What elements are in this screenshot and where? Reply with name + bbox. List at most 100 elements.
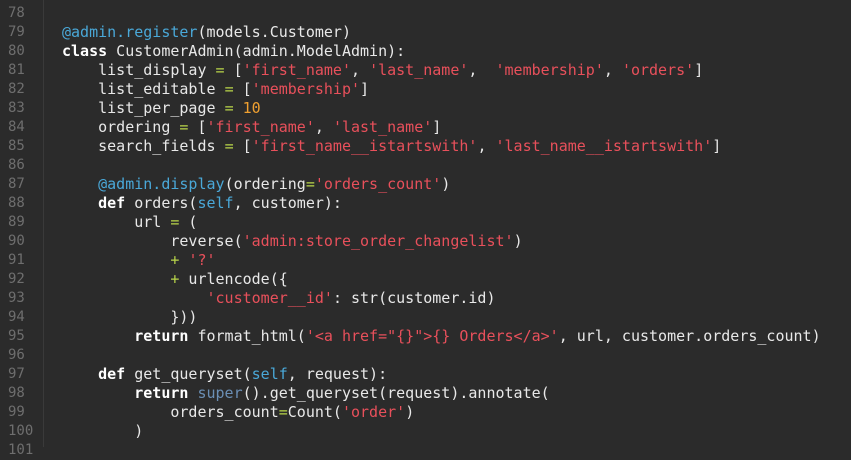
- code-line[interactable]: list_display = ['first_name', 'last_name…: [44, 61, 851, 80]
- code-line[interactable]: 'customer__id': str(customer.id): [44, 289, 851, 308]
- code-token-op: =: [278, 403, 288, 421]
- line-number: 90: [8, 233, 25, 249]
- line-number: 88: [8, 195, 25, 211]
- line-number: 97: [8, 366, 25, 382]
- code-token-dec: @admin.register: [62, 23, 198, 41]
- code-token-plain: [: [224, 61, 243, 79]
- code-line[interactable]: reverse('admin:store_order_changelist'): [44, 232, 851, 251]
- line-number: 89: [8, 214, 25, 230]
- code-token-plain: })): [62, 308, 198, 326]
- line-number: 92: [8, 271, 25, 287]
- code-line[interactable]: orders_count=Count('order'): [44, 403, 851, 422]
- code-lines[interactable]: 78 79 @admin.register(models.Customer) 80 cl…: [0, 0, 851, 458]
- code-token-plain: list_editable: [62, 80, 225, 98]
- code-line[interactable]: return format_html('<a href="{}">{} Orde…: [44, 327, 851, 346]
- line-number: 86: [8, 157, 25, 173]
- code-token-plain: (ordering: [224, 175, 306, 193]
- code-token-plain: reverse(: [62, 232, 243, 250]
- code-token-plain: urlencode({: [179, 270, 288, 288]
- code-token-str: 'last_name__istartswith': [495, 137, 713, 155]
- code-token-plain: ,: [468, 61, 496, 79]
- code-line[interactable]: @admin.display(ordering='orders_count'): [44, 175, 851, 194]
- code-token-plain: ): [405, 403, 415, 421]
- code-token-plain: [: [233, 137, 252, 155]
- code-token-plain: CustomerAdmin(admin.ModelAdmin):: [107, 42, 406, 60]
- code-token-num: 10: [242, 99, 261, 117]
- code-token-kw: return: [134, 327, 189, 345]
- code-token-str: 'admin:store_order_changelist': [242, 232, 514, 250]
- code-token-plain: orders(: [125, 194, 198, 212]
- code-line-text: @admin.display(ordering='orders_count'): [62, 175, 450, 194]
- code-token-str: 'first_name__istartswith': [251, 137, 478, 155]
- code-token-plain: search_fields: [62, 137, 225, 155]
- line-number: 93: [8, 290, 25, 306]
- code-line-text: return format_html('<a href="{}">{} Orde…: [62, 327, 820, 346]
- line-number: 99: [8, 404, 25, 420]
- code-token-plain: ,: [477, 137, 496, 155]
- code-token-plain: ): [513, 232, 523, 250]
- line-number: 80: [8, 43, 25, 59]
- code-token-op: =: [224, 137, 234, 155]
- code-token-plain: list_per_page: [62, 99, 225, 117]
- code-token-plain: [: [188, 118, 207, 136]
- code-line[interactable]: list_per_page = 10: [44, 99, 851, 118]
- code-line[interactable]: search_fields = ['first_name__istartswit…: [44, 137, 851, 156]
- code-line[interactable]: [44, 4, 851, 23]
- code-line[interactable]: def get_queryset(self, request):: [44, 365, 851, 384]
- line-number: 101: [8, 442, 34, 458]
- code-line-text: reverse('admin:store_order_changelist'): [62, 232, 523, 251]
- code-line[interactable]: return super().get_queryset(request).ann…: [44, 384, 851, 403]
- code-token-plain: ]: [712, 137, 722, 155]
- code-line-text: ordering = ['first_name', 'last_name']: [62, 118, 441, 137]
- code-line[interactable]: [44, 156, 851, 175]
- line-number: 87: [8, 176, 25, 192]
- code-line[interactable]: ): [44, 422, 851, 441]
- code-line[interactable]: @admin.register(models.Customer): [44, 23, 851, 42]
- code-token-op: =: [215, 61, 225, 79]
- code-line[interactable]: })): [44, 308, 851, 327]
- code-token-plain: , customer):: [233, 194, 342, 212]
- code-line[interactable]: list_editable = ['membership']: [44, 80, 851, 99]
- code-line[interactable]: url = (: [44, 213, 851, 232]
- code-line-text: })): [62, 308, 197, 327]
- code-token-str: 'orders': [621, 61, 695, 79]
- code-line[interactable]: def orders(self, customer):: [44, 194, 851, 213]
- line-number: 96: [8, 347, 25, 363]
- code-token-plain: ,: [603, 61, 622, 79]
- line-number: 98: [8, 385, 25, 401]
- code-editor[interactable]: 78 79 @admin.register(models.Customer) 80 cl…: [0, 0, 851, 458]
- code-token-self: self: [197, 194, 234, 212]
- code-token-kw: return: [134, 384, 189, 402]
- code-line-text: def get_queryset(self, request):: [62, 365, 387, 384]
- code-line[interactable]: [44, 346, 851, 365]
- code-token-op: =: [305, 175, 315, 193]
- code-token-plain: ]: [432, 118, 442, 136]
- code-token-kw: class: [62, 42, 108, 60]
- line-number: 82: [8, 81, 25, 97]
- code-line-text: 'customer__id': str(customer.id): [62, 289, 496, 308]
- code-line-text: list_display = ['first_name', 'last_name…: [62, 61, 703, 80]
- code-token-plain: ,: [351, 61, 370, 79]
- code-token-str: 'order': [341, 403, 406, 421]
- code-line[interactable]: + '?': [44, 251, 851, 270]
- line-number: 91: [8, 252, 25, 268]
- code-token-plain: ]: [360, 80, 370, 98]
- code-line[interactable]: class CustomerAdmin(admin.ModelAdmin):: [44, 42, 851, 61]
- line-number: 81: [8, 62, 25, 78]
- code-token-plain: (: [179, 213, 198, 231]
- code-line[interactable]: + urlencode({: [44, 270, 851, 289]
- line-number: 85: [8, 138, 25, 154]
- code-token-kw: def: [98, 194, 126, 212]
- code-token-plain: , request):: [287, 365, 388, 383]
- code-token-plain: url: [62, 213, 171, 231]
- code-token-plain: [: [233, 80, 252, 98]
- line-number: 78: [8, 5, 25, 21]
- code-line-text: url = (: [62, 213, 197, 232]
- code-token-plain: ): [441, 175, 451, 193]
- code-line[interactable]: ordering = ['first_name', 'last_name']: [44, 118, 851, 137]
- code-token-str: 'orders_count': [314, 175, 442, 193]
- code-line-text: + urlencode({: [62, 270, 288, 289]
- code-line[interactable]: [44, 441, 851, 460]
- code-token-str: '<a href="{}">{} Orders</a>': [305, 327, 559, 345]
